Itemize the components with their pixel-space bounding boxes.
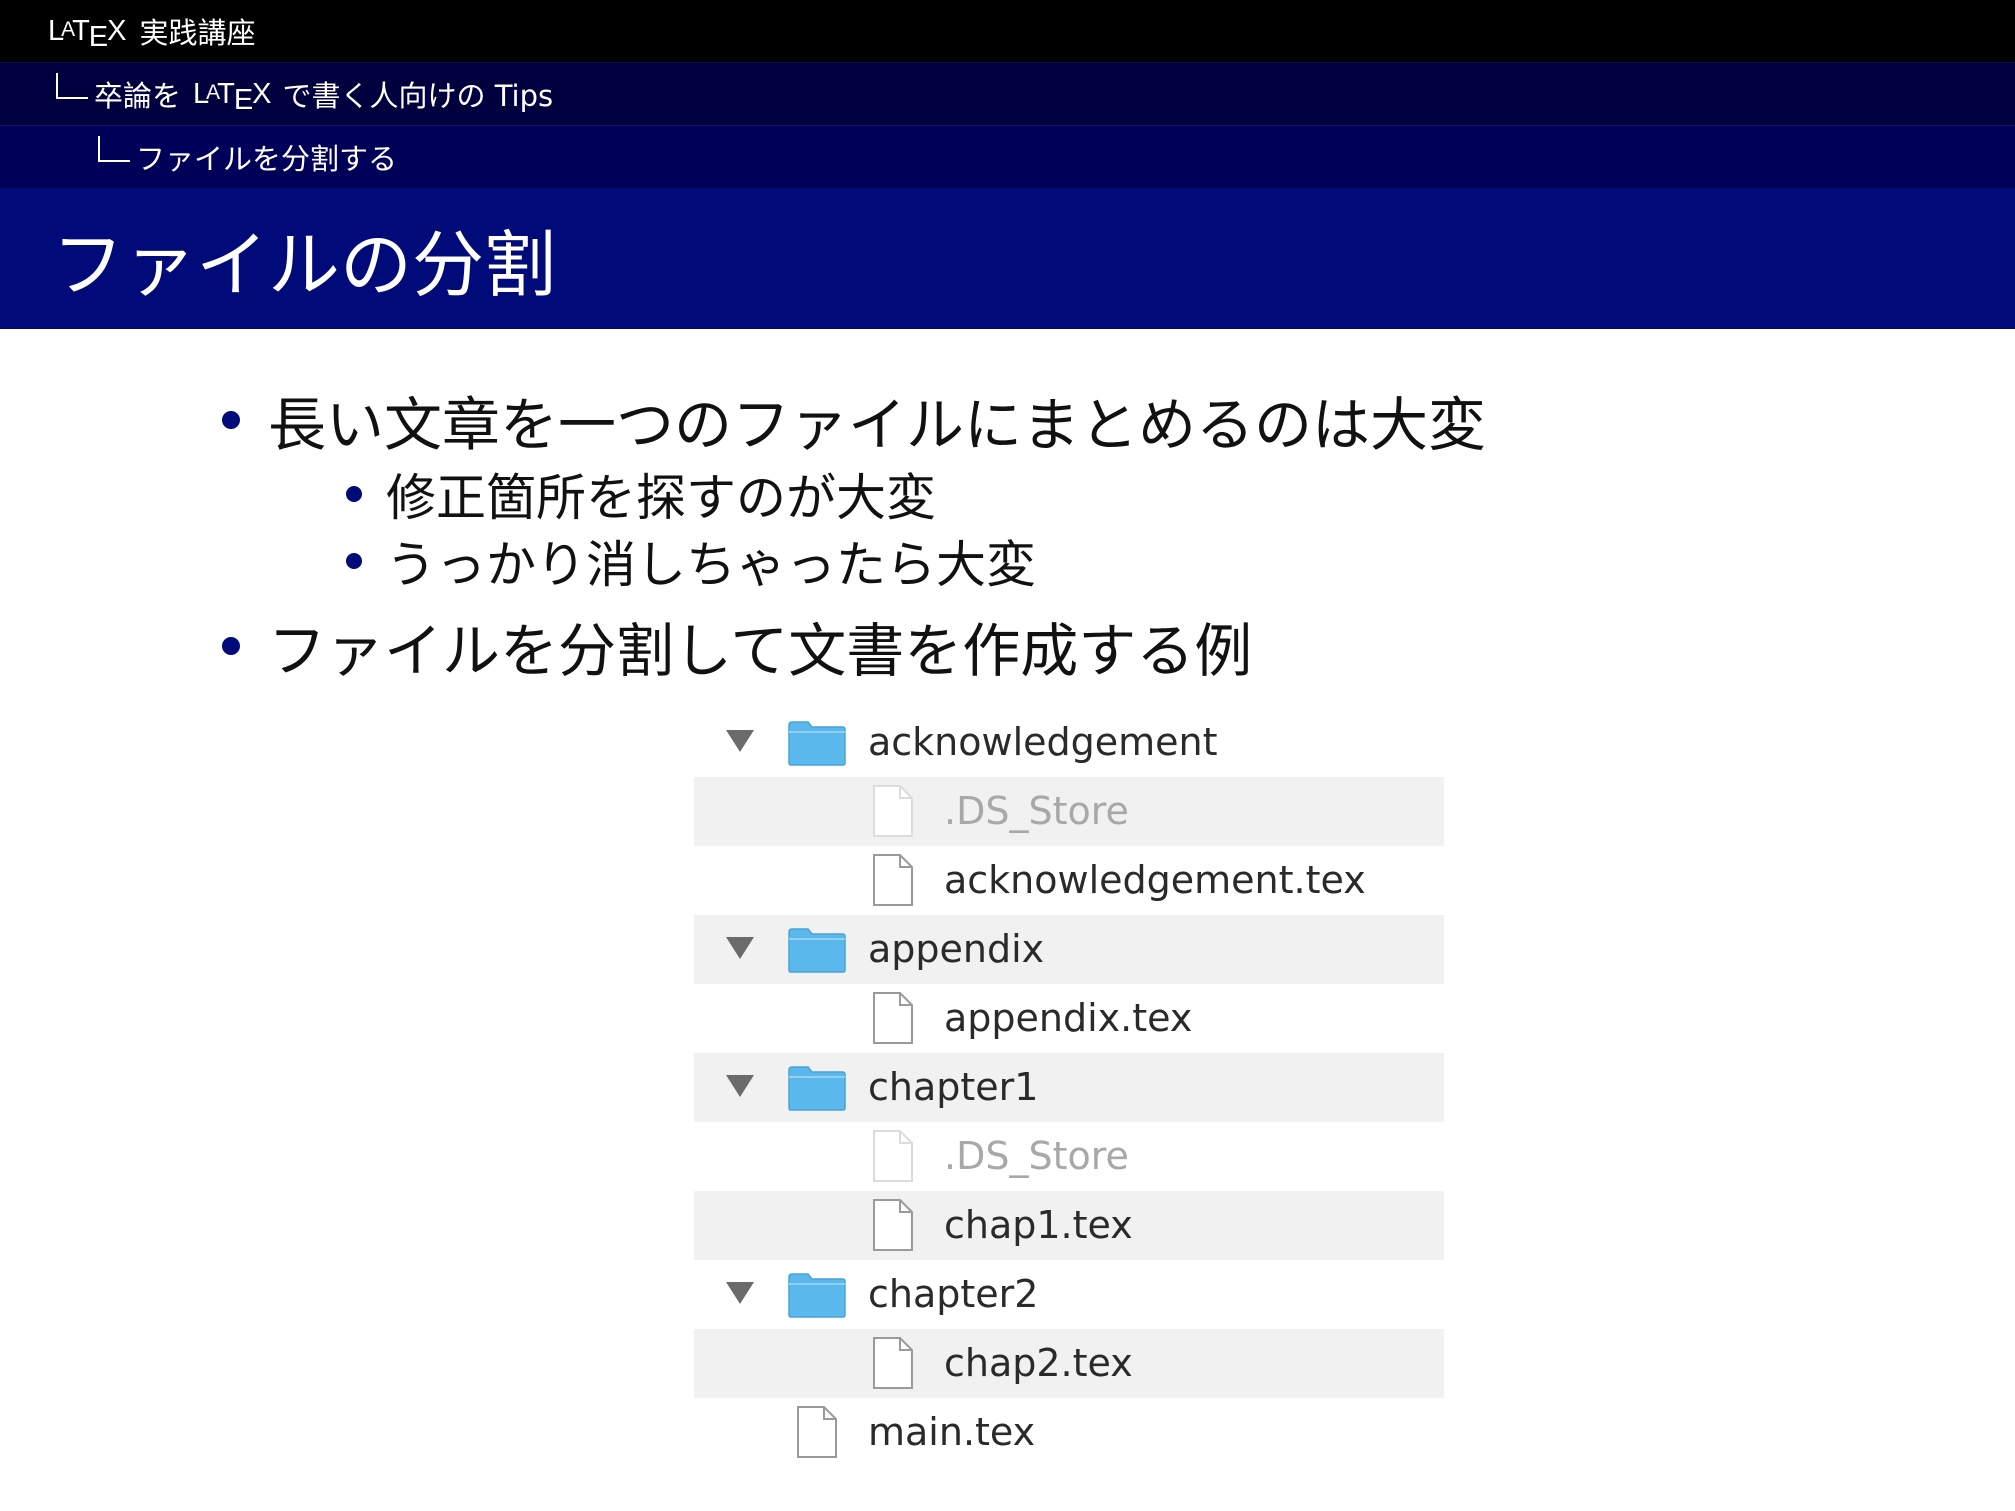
disclosure-triangle-icon[interactable] <box>726 1282 754 1304</box>
folder-icon <box>788 1066 846 1111</box>
folder-row[interactable]: appendix <box>694 915 1444 984</box>
document-icon <box>873 992 913 1044</box>
file-name: .DS_Store <box>944 1134 1129 1178</box>
folder-row[interactable]: chapter1 <box>694 1053 1444 1122</box>
document-icon <box>873 1130 913 1182</box>
document-icon <box>797 1406 837 1458</box>
file-row[interactable]: .DS_Store <box>694 1122 1444 1191</box>
document-icon <box>873 854 913 906</box>
section-suffix: で書く人向けの Tips <box>282 79 554 113</box>
course-header: LATEX 実践講座 <box>0 0 2015 62</box>
disclosure-triangle-icon[interactable] <box>726 730 754 752</box>
tree-branch-icon <box>98 136 130 162</box>
file-row[interactable]: chap2.tex <box>694 1329 1444 1398</box>
section-prefix: 卒論を <box>94 79 182 113</box>
folder-icon <box>788 928 846 973</box>
disclosure-triangle-icon[interactable] <box>726 1075 754 1097</box>
bullet-text: ファイルを分割して文書を作成する例 <box>268 617 1253 685</box>
bullet-text: 長い文章を一つのファイルにまとめるのは大変 <box>268 391 1487 459</box>
section-header: 卒論を LATEX で書く人向けの Tips <box>0 62 2015 125</box>
file-row[interactable]: chap1.tex <box>694 1191 1444 1260</box>
folder-name: appendix <box>868 927 1045 971</box>
file-row[interactable]: .DS_Store <box>694 777 1444 846</box>
tree-branch-icon <box>56 73 88 99</box>
file-name: acknowledgement.tex <box>944 858 1366 902</box>
sub-bullet-item: うっかり消しちゃったら大変 <box>346 525 1036 597</box>
disclosure-triangle-icon[interactable] <box>726 937 754 959</box>
document-icon <box>873 1337 913 1389</box>
subsection-header: ファイルを分割する <box>0 125 2015 188</box>
file-name: chap1.tex <box>944 1203 1133 1247</box>
bullet-dot-icon <box>222 411 240 429</box>
folder-name: acknowledgement <box>868 720 1218 764</box>
slide: LATEX 実践講座 卒論を LATEX で書く人向けの Tips ファイルを分… <box>0 0 2015 1511</box>
bullet-dot-icon <box>222 637 240 655</box>
latex-logo-inline: LATEX <box>193 77 272 116</box>
folder-name: chapter2 <box>868 1272 1039 1316</box>
folder-icon <box>788 721 846 766</box>
file-row[interactable]: acknowledgement.tex <box>694 846 1444 915</box>
bullet-item: ファイルを分割して文書を作成する例 <box>222 604 1252 688</box>
slide-title-band: ファイルの分割 <box>0 188 2015 329</box>
course-title: 実践講座 <box>139 16 256 50</box>
folder-row[interactable]: chapter2 <box>694 1260 1444 1329</box>
document-icon <box>873 785 913 837</box>
folder-row[interactable]: acknowledgement <box>694 708 1444 777</box>
folder-icon <box>788 1273 846 1318</box>
latex-logo: LATEX <box>48 14 127 53</box>
bullet-dot-icon <box>346 486 362 502</box>
bullet-text: うっかり消しちゃったら大変 <box>386 536 1036 594</box>
folder-name: chapter1 <box>868 1065 1039 1109</box>
bullet-item: 長い文章を一つのファイルにまとめるのは大変 <box>222 378 1486 462</box>
subsection-title: ファイルを分割する <box>136 142 398 176</box>
file-name: chap2.tex <box>944 1341 1133 1385</box>
file-row[interactable]: appendix.tex <box>694 984 1444 1053</box>
file-name: main.tex <box>868 1410 1036 1454</box>
file-name: .DS_Store <box>944 789 1129 833</box>
bullet-text: 修正箇所を探すのが大変 <box>386 469 936 527</box>
file-tree: acknowledgement .DS_Store acknowledgemen… <box>694 708 1444 1462</box>
document-icon <box>873 1199 913 1251</box>
sub-bullet-item: 修正箇所を探すのが大変 <box>346 458 936 530</box>
file-row[interactable]: main.tex <box>694 1398 1444 1467</box>
bullet-dot-icon <box>346 553 362 569</box>
file-name: appendix.tex <box>944 996 1193 1040</box>
slide-title: ファイルの分割 <box>52 223 557 307</box>
